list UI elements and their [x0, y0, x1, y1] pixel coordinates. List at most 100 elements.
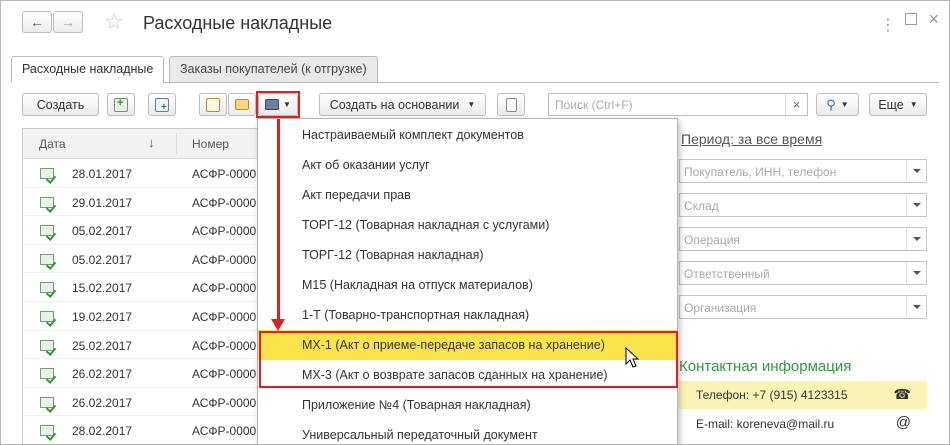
chevron-down-icon: ▼ [840, 100, 849, 109]
contact-title: Контактная информация [679, 358, 852, 375]
print-button-annotation [256, 91, 300, 118]
warehouse-filter[interactable]: Склад [679, 193, 927, 217]
row-date: 29.01.2017 [72, 195, 133, 210]
column-separator [176, 133, 177, 154]
dropdown-icon[interactable] [906, 228, 926, 250]
table-row[interactable]: 26.02.2017 АСФР-0000 [23, 388, 262, 417]
email-text: E-mail: koreneva@mail.ru [696, 417, 835, 431]
envelope-icon [235, 99, 249, 110]
buyer-filter[interactable]: Покупатель, ИНН, телефон [679, 159, 927, 183]
responsible-filter[interactable]: Ответственный [679, 261, 927, 285]
contact-email: E-mail: koreneva@mail.ru @ [679, 411, 927, 439]
posted-document-icon [40, 339, 54, 351]
print-menu-item[interactable]: Приложение №4 (Товарная накладная) [258, 390, 677, 420]
table-row[interactable]: 25.02.2017 АСФР-0000 [23, 331, 262, 360]
table-row[interactable]: 05.02.2017 АСФР-0000 [23, 216, 262, 245]
operation-filter[interactable]: Операция [679, 227, 927, 251]
email-button[interactable] [228, 93, 256, 116]
posted-document-icon [40, 168, 54, 179]
add-copy-icon: + [114, 97, 128, 112]
period-link[interactable]: Период: за все время [681, 131, 822, 147]
table-row[interactable]: 05.02.2017 АСФР-0000 [23, 245, 262, 274]
dropdown-icon[interactable] [906, 296, 926, 318]
copy-button[interactable]: + [107, 93, 135, 116]
print-menu: Настраиваемый комплект документов Акт об … [257, 118, 678, 444]
operation-placeholder: Операция [684, 233, 740, 247]
table-row[interactable]: 15.02.2017 АСФР-0000 [23, 273, 262, 302]
print-menu-item[interactable]: ТОРГ-12 (Товарная накладная с услугами) [258, 210, 677, 240]
print-menu-item[interactable]: Настраиваемый комплект документов [258, 120, 677, 150]
list-body: 28.01.2017 АСФР-0000 29.01.2017 АСФР-0000 05… [23, 159, 262, 444]
organization-filter[interactable]: Организация [679, 295, 927, 319]
maximize-icon[interactable] [905, 13, 917, 25]
table-row[interactable]: 28.01.2017 АСФР-0000 [23, 159, 262, 188]
row-number: АСФР-0000 [192, 395, 257, 410]
search-icon: ⚲ [826, 96, 836, 112]
search-options-button[interactable]: ⚲ ▼ [816, 93, 859, 116]
dropdown-icon[interactable] [906, 160, 926, 182]
row-date: 05.02.2017 [72, 252, 133, 267]
row-date: 19.02.2017 [72, 309, 133, 324]
table-row[interactable]: 19.02.2017 АСФР-0000 [23, 302, 262, 331]
document-clock-icon [206, 97, 220, 112]
posted-document-icon [40, 196, 54, 208]
close-icon[interactable]: × [928, 9, 939, 30]
print-menu-item[interactable]: ТОРГ-12 (Товарная накладная) [258, 240, 677, 270]
column-date[interactable]: Дата [39, 137, 66, 151]
create-button[interactable]: Создать [22, 93, 99, 116]
print-menu-item[interactable]: Акт передачи прав [258, 180, 677, 210]
window-menu-icon[interactable]: ⋮ [880, 15, 896, 35]
row-number: АСФР-0000 [192, 224, 257, 239]
documents-button[interactable] [199, 93, 227, 116]
row-number: АСФР-0000 [192, 281, 257, 296]
back-button[interactable]: ← [22, 11, 52, 33]
row-number: АСФР-0000 [192, 367, 257, 382]
print-menu-item[interactable]: М15 (Накладная на отпуск материалов) [258, 270, 677, 300]
tab-invoices[interactable]: Расходные накладные [11, 56, 165, 83]
dropdown-icon[interactable] [906, 262, 926, 284]
list-header: Дата ↓ Номер [23, 129, 262, 159]
create-basis-button[interactable]: Создать на основании ▼ [319, 93, 486, 116]
dropdown-icon[interactable] [906, 194, 926, 216]
phone-icon[interactable]: ☎ [894, 386, 911, 403]
posted-document-icon [40, 310, 54, 322]
row-number: АСФР-0000 [192, 309, 257, 324]
row-date: 28.02.2017 [72, 424, 133, 439]
forward-button[interactable]: → [53, 11, 83, 33]
chevron-down-icon: ▼ [467, 100, 476, 109]
table-row[interactable]: 26.02.2017 АСФР-0000 [23, 359, 262, 388]
print-menu-item[interactable]: Универсальный передаточный документ [258, 420, 677, 444]
arrow-right-icon: → [61, 14, 75, 30]
more-button[interactable]: Еще ▼ [869, 93, 927, 116]
report-button[interactable] [497, 93, 525, 116]
phone-text: Телефон: +7 (915) 4123315 [696, 388, 848, 402]
search-input[interactable]: Поиск (Ctrl+F) × [548, 93, 808, 116]
contact-phone: Телефон: +7 (915) 4123315 ☎ [679, 381, 927, 409]
page-title: Расходные накладные [143, 13, 333, 33]
annotation-arrow-line [277, 119, 280, 321]
print-menu-item[interactable]: Акт об оказании услуг [258, 150, 677, 180]
print-menu-item[interactable]: 1-Т (Товарно-транспортная накладная) [258, 300, 677, 330]
annotation-arrow-head [271, 319, 285, 331]
row-date: 05.02.2017 [72, 224, 133, 239]
window: ← → ☆ Расходные накладные ⋮ × Расходные … [0, 0, 950, 445]
more-label: Еще [878, 97, 904, 112]
clear-search-button[interactable]: × [785, 94, 807, 115]
row-date: 15.02.2017 [72, 281, 133, 296]
row-date: 26.02.2017 [72, 367, 133, 382]
at-sign-icon[interactable]: @ [896, 414, 911, 431]
row-number: АСФР-0000 [192, 424, 257, 439]
search-placeholder: Поиск (Ctrl+F) [555, 98, 633, 112]
tab-customer-orders[interactable]: Заказы покупателей (к отгрузке) [169, 56, 378, 82]
row-number: АСФР-0000 [192, 195, 257, 210]
annotation-highlight-box [259, 331, 678, 388]
add-list-button[interactable]: + [148, 93, 176, 116]
posted-document-icon [40, 225, 54, 237]
column-number[interactable]: Номер [192, 137, 229, 151]
row-date: 28.01.2017 [72, 167, 133, 181]
table-row[interactable]: 29.01.2017 АСФР-0000 [23, 188, 262, 217]
favorite-star-icon[interactable]: ☆ [104, 9, 124, 35]
posted-document-icon [40, 425, 54, 437]
posted-document-icon [40, 368, 54, 380]
table-row[interactable]: 28.02.2017 АСФР-0000 [23, 416, 262, 444]
